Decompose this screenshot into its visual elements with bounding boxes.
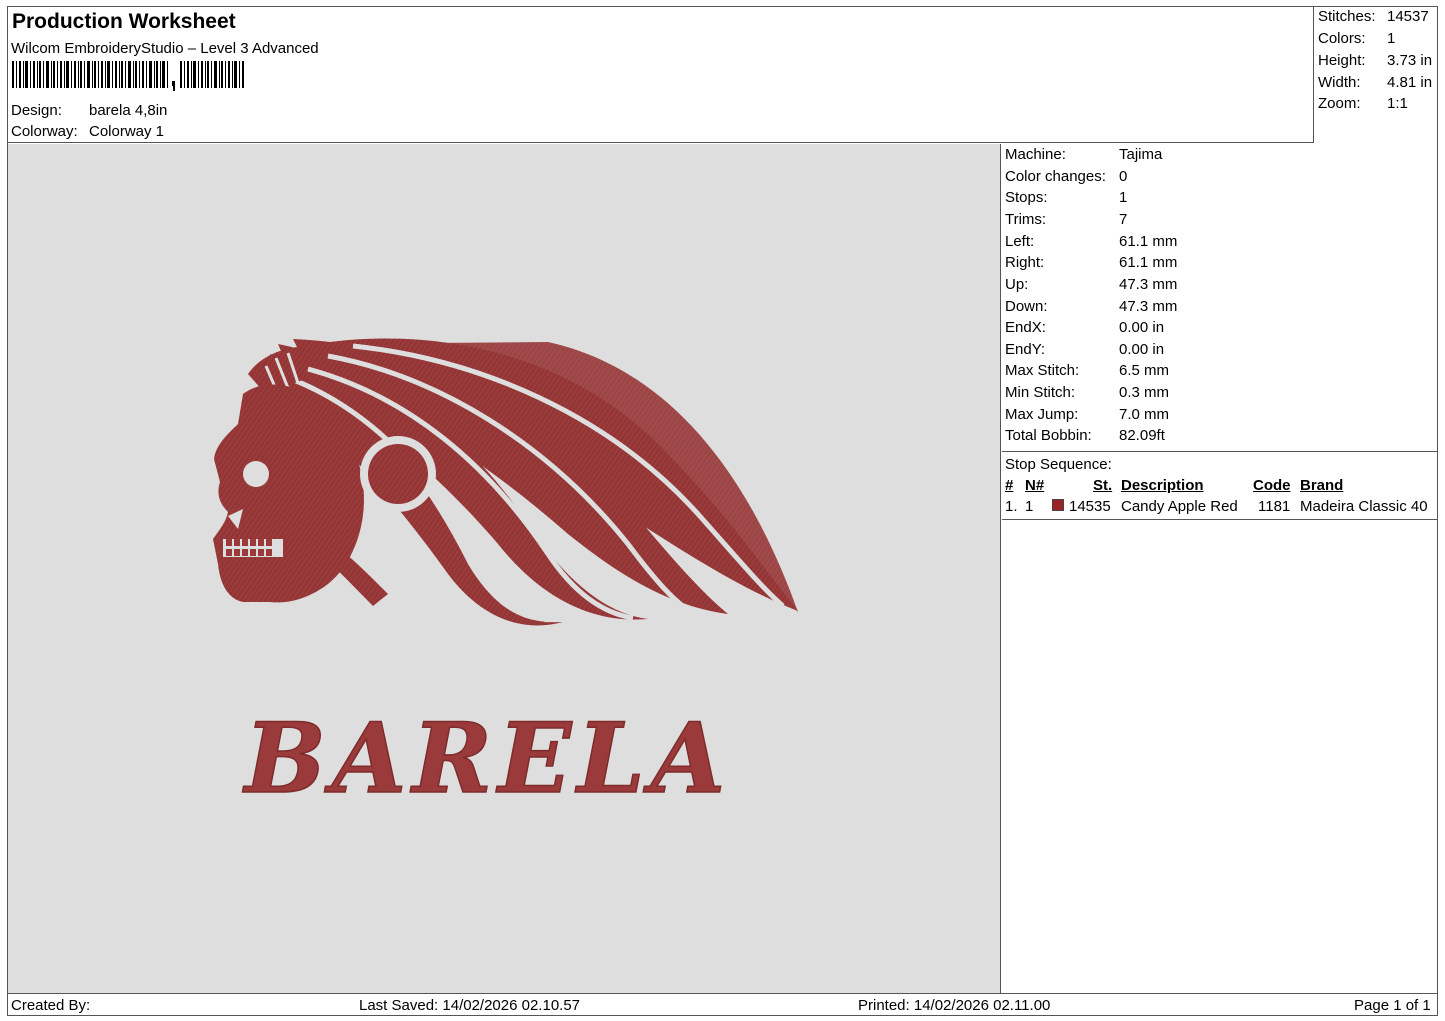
info-label: Up: <box>1005 276 1029 293</box>
info-label: Min Stitch: <box>1005 384 1076 401</box>
info-label: Max Jump: <box>1005 406 1079 423</box>
col-n: N# <box>1025 477 1045 494</box>
info-value: 61.1 mm <box>1119 233 1178 250</box>
stat-width: Width: 4.81 in <box>1318 74 1432 91</box>
col-code: Code <box>1253 477 1291 494</box>
info-down: Down: 47.3 mm <box>1005 298 1177 315</box>
design-preview: BARELA <box>8 144 1001 993</box>
col-description: Description <box>1121 477 1204 494</box>
info-value: 0.00 in <box>1119 319 1165 336</box>
design-lettering: BARELA <box>242 702 732 815</box>
info-stops: Stops: 1 <box>1005 189 1127 206</box>
info-label: Total Bobbin: <box>1005 427 1092 444</box>
stop-sequence-heading: Stop Sequence: <box>1005 456 1112 473</box>
stat-value: 3.73 in <box>1387 52 1433 69</box>
stat-label: Height: <box>1318 52 1366 69</box>
info-max-jump: Max Jump: 7.0 mm <box>1005 406 1169 423</box>
embroidery-design: BARELA <box>213 338 798 816</box>
col-num: # <box>1005 477 1014 494</box>
info-max-stitch: Max Stitch: 6.5 mm <box>1005 362 1169 379</box>
eye-socket <box>243 461 269 487</box>
machine-info-panel: Machine: Tajima Color changes: 0 Stops: 1 T… <box>1002 144 1437 993</box>
info-value: 61.1 mm <box>1119 254 1178 271</box>
worksheet: Production Worksheet Wilcom EmbroiderySt… <box>7 6 1438 1016</box>
software-name: Wilcom EmbroideryStudio – Level 3 Advanc… <box>11 40 319 57</box>
info-color-changes: Color changes: 0 <box>1005 168 1127 185</box>
divider <box>1002 451 1437 452</box>
stat-value: 14537 <box>1387 8 1429 25</box>
design-label: Design: <box>11 102 62 119</box>
skull-headdress-image <box>213 338 798 626</box>
info-left: Left: 61.1 mm <box>1005 233 1177 250</box>
row-description: Candy Apple Red <box>1121 498 1238 515</box>
info-label: Left: <box>1005 233 1035 250</box>
info-total-bobbin: Total Bobbin: 82.09ft <box>1005 427 1165 444</box>
info-value: 47.3 mm <box>1119 298 1178 315</box>
info-endy: EndY: 0.00 in <box>1005 341 1164 358</box>
info-value: 0.3 mm <box>1119 384 1170 401</box>
info-trims: Trims: 7 <box>1005 211 1127 228</box>
info-value: Tajima <box>1119 146 1163 163</box>
stat-label: Colors: <box>1318 30 1366 47</box>
info-value: 7.0 mm <box>1119 406 1170 423</box>
stat-stitches: Stitches: 14537 <box>1318 8 1429 25</box>
info-label: Right: <box>1005 254 1045 271</box>
colorway-value: Colorway 1 <box>89 123 165 140</box>
info-value: 0 <box>1119 168 1128 185</box>
design-row: Design: barela 4,8in <box>11 102 167 119</box>
info-label: Stops: <box>1005 189 1048 206</box>
printed-date: Printed: 14/02/2026 02.11.00 <box>858 997 1051 1014</box>
info-label: EndY: <box>1005 341 1046 358</box>
stat-colors: Colors: 1 <box>1318 30 1395 47</box>
info-value: 1 <box>1119 189 1128 206</box>
worksheet-footer: Created By: Last Saved: 14/02/2026 02.10… <box>8 993 1437 1015</box>
design-value: barela 4,8in <box>89 102 168 119</box>
info-value: 0.00 in <box>1119 341 1165 358</box>
info-right: Right: 61.1 mm <box>1005 254 1177 271</box>
info-endx: EndX: 0.00 in <box>1005 319 1164 336</box>
info-label: Color changes: <box>1005 168 1106 185</box>
row-stitches: 14535 <box>1069 498 1111 515</box>
row-brand: Madeira Classic 40 <box>1300 498 1428 515</box>
info-value: 6.5 mm <box>1119 362 1170 379</box>
info-label: Trims: <box>1005 211 1047 228</box>
info-label: Max Stitch: <box>1005 362 1080 379</box>
design-stats: Stitches: 14537 Colors: 1 Height: 3.73 in W… <box>1314 7 1437 143</box>
created-by: Created By: <box>11 997 91 1014</box>
worksheet-header: Production Worksheet Wilcom EmbroiderySt… <box>8 7 1314 143</box>
colorway-row: Colorway: Colorway 1 <box>11 123 164 140</box>
stat-value: 1 <box>1387 30 1396 47</box>
stat-value: 4.81 in <box>1387 74 1433 91</box>
info-label: EndX: <box>1005 319 1046 336</box>
stat-label: Stitches: <box>1318 8 1376 25</box>
stat-label: Width: <box>1318 74 1361 91</box>
row-num: 1. <box>1005 498 1018 515</box>
row-n: 1 <box>1025 498 1034 515</box>
ear-ornament <box>368 444 428 504</box>
last-saved: Last Saved: 14/02/2026 02.10.57 <box>359 997 581 1014</box>
info-up: Up: 47.3 mm <box>1005 276 1177 293</box>
info-machine: Machine: Tajima <box>1005 146 1162 163</box>
info-value: 7 <box>1119 211 1128 228</box>
info-label: Down: <box>1005 298 1048 315</box>
stat-value: 1:1 <box>1387 95 1408 112</box>
barcode <box>12 61 244 91</box>
info-label: Machine: <box>1005 146 1066 163</box>
info-value: 82.09ft <box>1119 427 1165 444</box>
page-number: Page 1 of 1 <box>1354 997 1431 1014</box>
stat-height: Height: 3.73 in <box>1318 52 1432 69</box>
stat-zoom: Zoom: 1:1 <box>1318 95 1408 112</box>
divider <box>1002 519 1437 520</box>
col-brand: Brand <box>1300 477 1344 494</box>
info-value: 47.3 mm <box>1119 276 1178 293</box>
col-st: St. <box>1093 477 1113 494</box>
info-min-stitch: Min Stitch: 0.3 mm <box>1005 384 1169 401</box>
row-code: 1181 <box>1258 498 1291 515</box>
colorway-label: Colorway: <box>11 123 78 140</box>
page-title: Production Worksheet <box>12 10 236 33</box>
stat-label: Zoom: <box>1318 95 1361 112</box>
thread-color-swatch <box>1052 499 1064 511</box>
